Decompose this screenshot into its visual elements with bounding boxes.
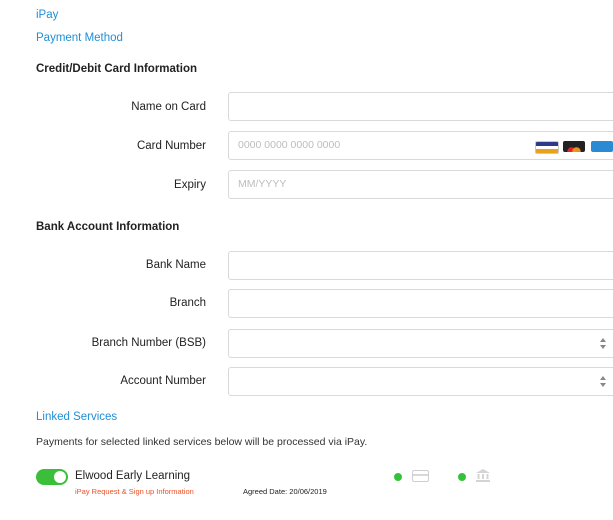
bank-section-title: Bank Account Information <box>36 221 180 233</box>
card-icon <box>412 470 429 482</box>
ipay-link[interactable]: iPay <box>36 9 58 21</box>
visa-icon <box>535 141 559 154</box>
card-section-title: Credit/Debit Card Information <box>36 63 198 75</box>
service-toggle[interactable] <box>36 469 68 485</box>
branch-field[interactable] <box>228 289 613 318</box>
bank-name-field[interactable] <box>228 251 613 280</box>
mastercard-icon <box>563 141 585 152</box>
account-number-stepper[interactable] <box>600 376 606 387</box>
bsb-field[interactable] <box>228 329 613 358</box>
service-name: Elwood Early Learning <box>75 470 191 482</box>
payment-method-link[interactable]: Payment Method <box>36 32 123 44</box>
account-number-field[interactable] <box>228 367 613 396</box>
service-info-link[interactable]: iPay Request & Sign up Information <box>75 487 194 496</box>
card-number-field[interactable]: 0000 0000 0000 0000 <box>228 131 613 160</box>
linked-services-description: Payments for selected linked services be… <box>36 436 368 448</box>
expiry-label: Expiry <box>174 179 206 191</box>
linked-services-title: Linked Services <box>36 411 118 423</box>
bsb-stepper[interactable] <box>600 338 606 349</box>
amex-icon <box>591 141 613 152</box>
agreed-date: Agreed Date: 20/06/2019 <box>243 487 327 496</box>
account-number-label: Account Number <box>120 375 206 387</box>
card-number-label: Card Number <box>136 140 206 152</box>
bank-status-dot <box>458 473 466 481</box>
bank-name-label: Bank Name <box>145 259 206 271</box>
card-status-dot <box>394 473 402 481</box>
name-on-card-field[interactable] <box>228 92 613 121</box>
expiry-placeholder: MM/YYYY <box>238 178 287 190</box>
bank-icon <box>476 469 490 482</box>
expiry-field[interactable]: MM/YYYY <box>228 170 613 199</box>
branch-label: Branch <box>169 297 206 309</box>
card-number-placeholder: 0000 0000 0000 0000 <box>238 139 341 151</box>
name-on-card-label: Name on Card <box>131 101 206 113</box>
bsb-label: Branch Number (BSB) <box>91 337 206 349</box>
